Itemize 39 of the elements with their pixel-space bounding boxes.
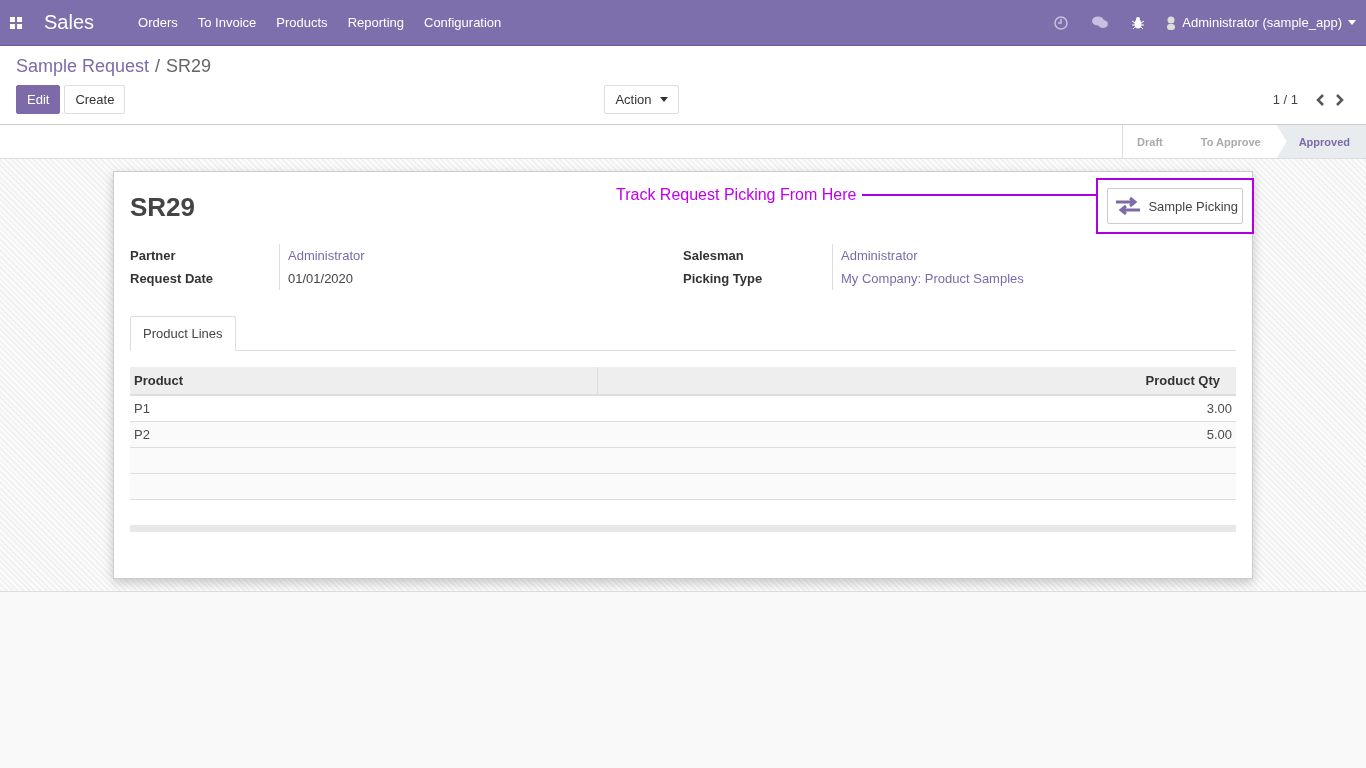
field-value: 01/01/2020 bbox=[287, 270, 355, 288]
caret-icon bbox=[659, 97, 668, 102]
column-header[interactable]: Product Qty bbox=[597, 367, 1236, 396]
record-title: SR29 bbox=[130, 192, 196, 223]
breadcrumb-link[interactable]: Sample Request bbox=[16, 56, 150, 77]
field-label: Request Date bbox=[130, 267, 280, 290]
field-link[interactable]: Administrator bbox=[280, 244, 683, 267]
annotation-text: Track Request Picking From Here bbox=[616, 186, 857, 204]
table-cell: P2 bbox=[130, 422, 597, 448]
apps-grid-icon[interactable] bbox=[10, 16, 22, 29]
nav-menu-item[interactable]: Orders bbox=[138, 15, 178, 30]
user-menu[interactable]: Administrator (sample_app) bbox=[1166, 15, 1356, 30]
field-label: Salesman bbox=[683, 244, 833, 267]
create-button[interactable]: Create bbox=[64, 85, 126, 114]
chat-icon[interactable] bbox=[1092, 16, 1109, 29]
edit-button[interactable]: Edit bbox=[16, 85, 61, 114]
field-link[interactable]: My Company: Product Samples bbox=[833, 267, 1236, 290]
action-button[interactable]: Action bbox=[604, 85, 679, 114]
app-name: Sales bbox=[44, 11, 95, 34]
transfer-arrows-icon bbox=[1116, 197, 1141, 215]
table-cell: 5.00 bbox=[597, 422, 1236, 448]
field-label: Partner bbox=[130, 244, 280, 267]
nav-menu-item[interactable]: Products bbox=[276, 15, 328, 30]
person-icon bbox=[1166, 15, 1177, 30]
nav-menu-item[interactable]: To Invoice bbox=[197, 15, 257, 30]
sample-picking-button[interactable]: Sample Picking bbox=[1107, 188, 1243, 224]
clock-icon[interactable] bbox=[1054, 15, 1069, 30]
pager-text: 1 / 1 bbox=[1272, 92, 1298, 107]
form-tab[interactable]: Product Lines bbox=[130, 316, 236, 351]
nav-menu-item[interactable]: Reporting bbox=[347, 15, 404, 30]
column-header[interactable]: Product bbox=[130, 367, 597, 396]
field-label: Picking Type bbox=[683, 267, 833, 290]
status-stage[interactable]: Approved bbox=[1276, 125, 1366, 158]
field-link[interactable]: Administrator bbox=[833, 244, 1236, 267]
breadcrumb-separator: / bbox=[155, 56, 161, 77]
breadcrumb-current: SR29 bbox=[166, 56, 212, 77]
bug-icon[interactable] bbox=[1132, 16, 1145, 29]
caret-icon bbox=[1348, 20, 1356, 25]
nav-menu-item[interactable]: Configuration bbox=[424, 15, 502, 30]
